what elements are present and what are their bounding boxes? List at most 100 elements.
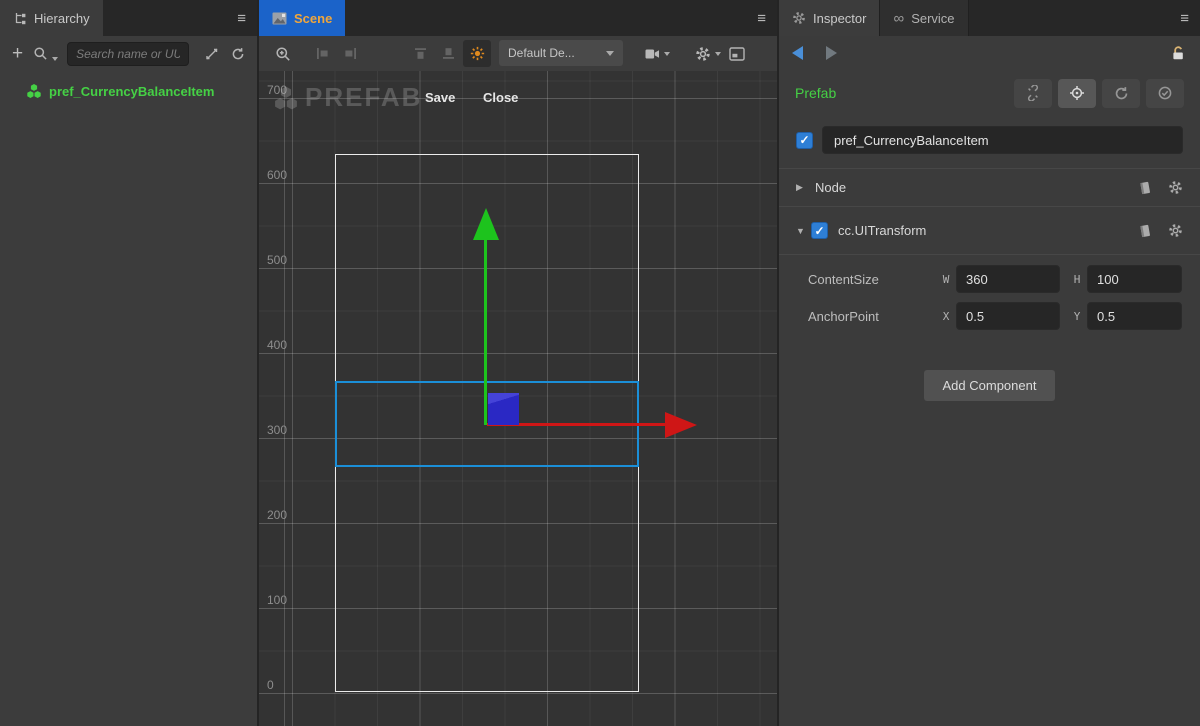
refresh-icon[interactable] [231,47,245,61]
content-size-height-input[interactable] [1087,265,1182,293]
prefab-watermark: PREFAB [273,82,422,113]
inspector-gear-icon [792,11,806,25]
tab-scene-label: Scene [294,11,332,26]
apply-prefab-button[interactable] [1146,79,1184,108]
zoom-icon[interactable] [275,36,291,71]
y-axis-label: Y [1071,310,1083,323]
locate-asset-button[interactable] [1058,79,1096,108]
prefab-watermark-icon [273,85,299,111]
dropdown-caret-icon [606,51,614,56]
gizmo-mode-dropdown[interactable]: Default De... [499,40,623,66]
anchor-point-label: AnchorPoint [808,309,940,324]
lock-icon[interactable] [1170,45,1187,62]
history-forward-button[interactable] [826,46,837,60]
prefab-header-row: Prefab [779,70,1200,116]
inspector-panel: Inspector ∞ Service ≡ Prefab [777,0,1200,726]
x-axis-label: X [940,310,952,323]
cocos-editor: Hierarchy ≡ + [0,0,1200,726]
stats-frame-icon[interactable] [729,36,745,71]
ruler-label: 500 [267,253,287,267]
anchor-point-y-input[interactable] [1087,302,1182,330]
ruler-label: 100 [267,593,287,607]
search-filter-caret-icon [52,57,58,61]
service-link-icon: ∞ [893,11,904,26]
align-right-icon[interactable] [343,36,358,71]
restore-prefab-button[interactable] [1102,79,1140,108]
inspector-menu-icon[interactable]: ≡ [1180,0,1189,36]
docs-book-icon[interactable] [1137,223,1153,239]
docs-book-icon[interactable] [1137,180,1153,196]
height-axis-label: H [1071,273,1083,286]
search-input[interactable] [67,42,189,66]
ruler-label: 200 [267,508,287,522]
scene-settings-button[interactable] [695,36,721,71]
prefab-label: Prefab [795,85,836,101]
width-axis-label: W [940,273,952,286]
history-back-button[interactable] [792,46,803,60]
content-size-label: ContentSize [808,272,940,287]
tab-hierarchy[interactable]: Hierarchy [0,0,103,36]
tab-hierarchy-label: Hierarchy [34,11,90,26]
inspector-body: Prefab [779,70,1200,726]
search-icon [33,46,48,61]
unlink-prefab-button[interactable] [1014,79,1052,108]
restore-icon [1114,86,1129,101]
hierarchy-tree: pref_CurrencyBalanceItem [0,71,257,726]
align-left-icon[interactable] [315,36,330,71]
y-axis-arrow[interactable] [484,240,487,425]
gizmo-toggle-button[interactable] [463,40,491,67]
origin-cube-handle[interactable] [488,393,519,425]
node-section-header[interactable]: ▶ Node [779,168,1200,206]
ruler-label: 400 [267,338,287,352]
expand-all-icon[interactable] [205,47,219,61]
search-filter-button[interactable] [33,46,58,61]
create-node-button[interactable]: + [12,44,23,63]
component-gear-icon[interactable] [1168,223,1183,239]
scene-canvas[interactable]: 700 600 500 400 300 200 100 0 PREFAB Sav… [259,71,777,726]
align-bottom-icon[interactable] [441,36,456,71]
uitransform-section-icons [1137,223,1183,239]
uitransform-section-label: cc.UITransform [838,223,926,238]
camera-icon [645,48,660,60]
camera-caret-icon [664,52,670,56]
scene-panel: Scene ≡ [259,0,777,726]
hierarchy-toolbar: + [0,36,257,71]
add-component-row: Add Component [779,370,1200,401]
scene-tabbar: Scene ≡ [259,0,777,36]
gizmo-mode-value: Default De... [508,46,606,60]
tree-item-prefab-root[interactable]: pref_CurrencyBalanceItem [0,79,257,103]
tab-inspector[interactable]: Inspector [779,0,879,36]
scene-menu-icon[interactable]: ≡ [757,0,766,36]
uitransform-enabled-checkbox[interactable]: ✓ [811,222,828,239]
collapse-caret-icon[interactable]: ▼ [796,226,808,236]
hierarchy-menu-icon[interactable]: ≡ [237,0,246,36]
scene-toolbar: Default De... [259,36,777,71]
uitransform-section-header[interactable]: ▼ ✓ cc.UITransform [779,206,1200,255]
ruler-label: 300 [267,423,287,437]
gear-icon [695,46,711,62]
save-button[interactable]: Save [425,90,455,105]
y-axis-arrowhead-icon[interactable] [473,208,499,240]
camera-settings-button[interactable] [645,36,670,71]
node-name-input[interactable] [822,126,1183,154]
tab-service[interactable]: ∞ Service [879,0,968,36]
x-axis-arrowhead-icon[interactable] [665,412,697,438]
node-active-checkbox[interactable]: ✓ [796,132,813,149]
align-top-icon[interactable] [413,36,428,71]
content-size-row: ContentSize W H [779,262,1200,296]
target-icon [1069,85,1085,101]
tree-item-label: pref_CurrencyBalanceItem [49,84,214,99]
prefab-watermark-label: PREFAB [305,82,422,113]
collapse-caret-icon[interactable]: ▶ [796,182,808,193]
node-section-icons [1137,180,1183,196]
add-component-button[interactable]: Add Component [924,370,1056,401]
component-gear-icon[interactable] [1168,180,1183,196]
tab-scene[interactable]: Scene [259,0,345,36]
settings-caret-icon [715,52,721,56]
content-size-width-input[interactable] [956,265,1060,293]
inspector-tabbar: Inspector ∞ Service ≡ [779,0,1200,36]
node-section-label: Node [815,180,846,195]
close-button[interactable]: Close [483,90,518,105]
prefab-cubes-icon [26,83,42,99]
anchor-point-x-input[interactable] [956,302,1060,330]
